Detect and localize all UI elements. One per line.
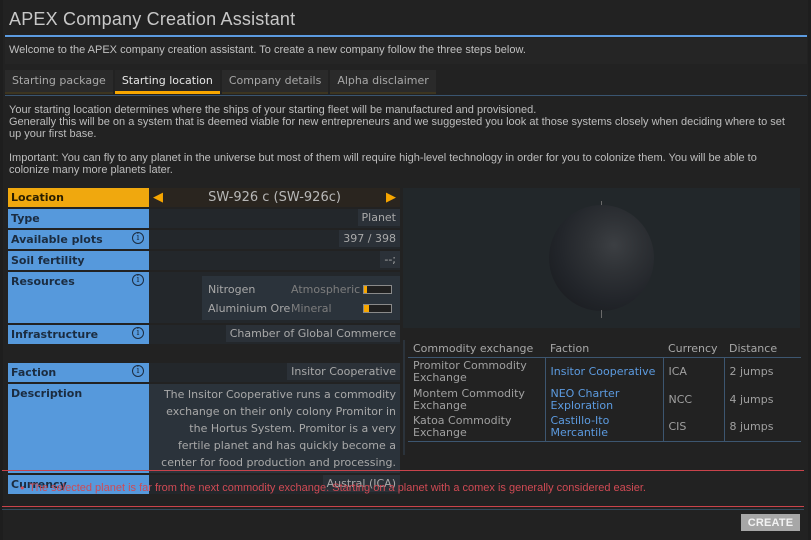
soil-label: Soil fertility — [8, 251, 149, 270]
table-row: Promitor Commodity Exchange Insitor Coop… — [408, 357, 801, 386]
title-divider — [5, 35, 807, 37]
plots-row: Available plots i 397 / 398 — [8, 230, 400, 249]
intro-line-1: Your starting location determines where … — [9, 104, 537, 116]
resource-bar-fill — [364, 286, 368, 293]
intro-line-2: Generally this will be on a system that … — [9, 116, 785, 140]
description-label-text: Description — [11, 387, 83, 400]
resources-label-text: Resources — [11, 275, 75, 288]
tabs-divider — [5, 95, 807, 96]
resources-list: Nitrogen Atmospheric Aluminium Ore Miner… — [202, 276, 400, 320]
resource-item: Nitrogen Atmospheric — [208, 280, 394, 299]
exchange-currency: CIS — [662, 413, 724, 442]
faction-label: Faction i — [8, 363, 149, 382]
resources-row: Resources i Nitrogen Atmospheric Alumini… — [8, 272, 400, 323]
location-details: Location ◀ SW-926 c (SW-926c) ▶ Type Pla… — [8, 188, 400, 496]
location-name: SW-926 c (SW-926c) — [208, 190, 341, 205]
info-icon[interactable]: i — [132, 327, 144, 339]
infrastructure-label: Infrastructure i — [8, 325, 149, 344]
create-button[interactable]: CREATE — [741, 514, 800, 531]
warning-message: The selected planet is far from the next… — [29, 482, 646, 494]
next-location-icon[interactable]: ▶ — [386, 190, 396, 205]
table-row: Montem Commodity Exchange NEO Charter Ex… — [408, 385, 801, 414]
resource-type: Mineral — [291, 302, 332, 315]
planet-axis-bottom — [601, 310, 602, 318]
table-edge — [403, 340, 405, 455]
warning-divider-bottom — [2, 506, 804, 507]
exchange-table: Commodity exchange Faction Currency Dist… — [408, 340, 801, 442]
info-icon[interactable]: i — [132, 232, 144, 244]
faction-label-text: Faction — [11, 366, 57, 379]
exchange-name: Montem Commodity Exchange — [413, 386, 525, 412]
type-label: Type — [8, 209, 149, 228]
soil-label-text: Soil fertility — [11, 254, 85, 267]
resource-type: Atmospheric — [291, 283, 361, 296]
resource-name: Aluminium Ore — [208, 302, 291, 315]
resource-bar — [363, 304, 392, 313]
intro-text: Your starting location determines where … — [9, 104, 799, 188]
welcome-text: Welcome to the APEX company creation ass… — [9, 44, 526, 56]
soil-value: --; — [380, 251, 400, 268]
type-row: Type Planet — [8, 209, 400, 228]
plots-value: 397 / 398 — [339, 230, 400, 247]
exchange-distance: 4 jumps — [723, 385, 801, 414]
column-header-currency[interactable]: Currency — [663, 340, 724, 358]
exchange-distance: 8 jumps — [723, 413, 801, 442]
faction-value: Insitor Cooperative — [287, 363, 400, 380]
exchange-currency: ICA — [662, 357, 724, 386]
type-label-text: Type — [11, 212, 40, 225]
plots-label-text: Available plots — [11, 233, 103, 246]
location-row: Location ◀ SW-926 c (SW-926c) ▶ — [8, 188, 400, 207]
tab-alpha-disclaimer[interactable]: Alpha disclaimer — [330, 70, 436, 94]
tab-starting-package[interactable]: Starting package — [5, 70, 113, 94]
info-icon[interactable]: i — [132, 274, 144, 286]
table-row: Katoa Commodity Exchange Castillo-Ito Me… — [408, 413, 801, 442]
exchange-name: Promitor Commodity Exchange — [413, 358, 527, 384]
exchange-distance: 2 jumps — [723, 357, 801, 386]
prev-location-icon[interactable]: ◀ — [153, 190, 163, 205]
warning-divider-top — [2, 470, 804, 471]
resources-label: Resources i — [8, 272, 149, 323]
resource-name: Nitrogen — [208, 283, 256, 296]
column-header-distance[interactable]: Distance — [724, 340, 801, 358]
faction-row: Faction i Insitor Cooperative — [8, 363, 400, 382]
info-icon[interactable]: i — [132, 365, 144, 377]
window-title: APEX Company Creation Assistant — [9, 9, 296, 29]
location-label: Location — [8, 188, 149, 207]
exchange-faction-link[interactable]: Castillo-Ito Mercantile — [544, 413, 663, 442]
description-label: Description — [8, 384, 149, 473]
description-row: Description The Insitor Cooperative runs… — [8, 384, 400, 473]
table-header-row: Commodity exchange Faction Currency Dist… — [408, 340, 801, 358]
column-header-exchange[interactable]: Commodity exchange — [408, 340, 545, 358]
location-label-text: Location — [11, 191, 64, 204]
exchange-faction-link[interactable]: NEO Charter Exploration — [544, 385, 663, 414]
tab-company-details[interactable]: Company details — [221, 70, 329, 94]
location-selector: ◀ SW-926 c (SW-926c) ▶ — [149, 188, 400, 207]
tab-bar: Starting package Starting location Compa… — [5, 70, 436, 95]
infrastructure-row: Infrastructure i Chamber of Global Comme… — [8, 325, 400, 344]
soil-row: Soil fertility --; — [8, 251, 400, 270]
type-value: Planet — [357, 209, 400, 226]
resource-bar-fill — [364, 305, 369, 312]
infrastructure-label-text: Infrastructure — [11, 328, 99, 341]
planet-preview[interactable] — [403, 188, 800, 328]
column-header-faction[interactable]: Faction — [545, 340, 663, 358]
infrastructure-value: Chamber of Global Commerce — [225, 325, 400, 342]
footer-divider — [2, 509, 804, 510]
tab-starting-location[interactable]: Starting location — [114, 70, 220, 94]
resource-bar — [363, 285, 392, 294]
exchange-currency: NCC — [662, 385, 724, 414]
plots-label: Available plots i — [8, 230, 149, 249]
exchange-faction-link[interactable]: Insitor Cooperative — [544, 357, 663, 386]
planet-sphere — [549, 205, 654, 311]
resource-item: Aluminium Ore Mineral — [208, 299, 394, 318]
description-value: The Insitor Cooperative runs a commodity… — [149, 384, 400, 473]
intro-important: Important: You can fly to any planet in … — [9, 152, 757, 176]
exchange-name: Katoa Commodity Exchange — [408, 413, 545, 442]
warning-bullet: • — [19, 482, 26, 495]
